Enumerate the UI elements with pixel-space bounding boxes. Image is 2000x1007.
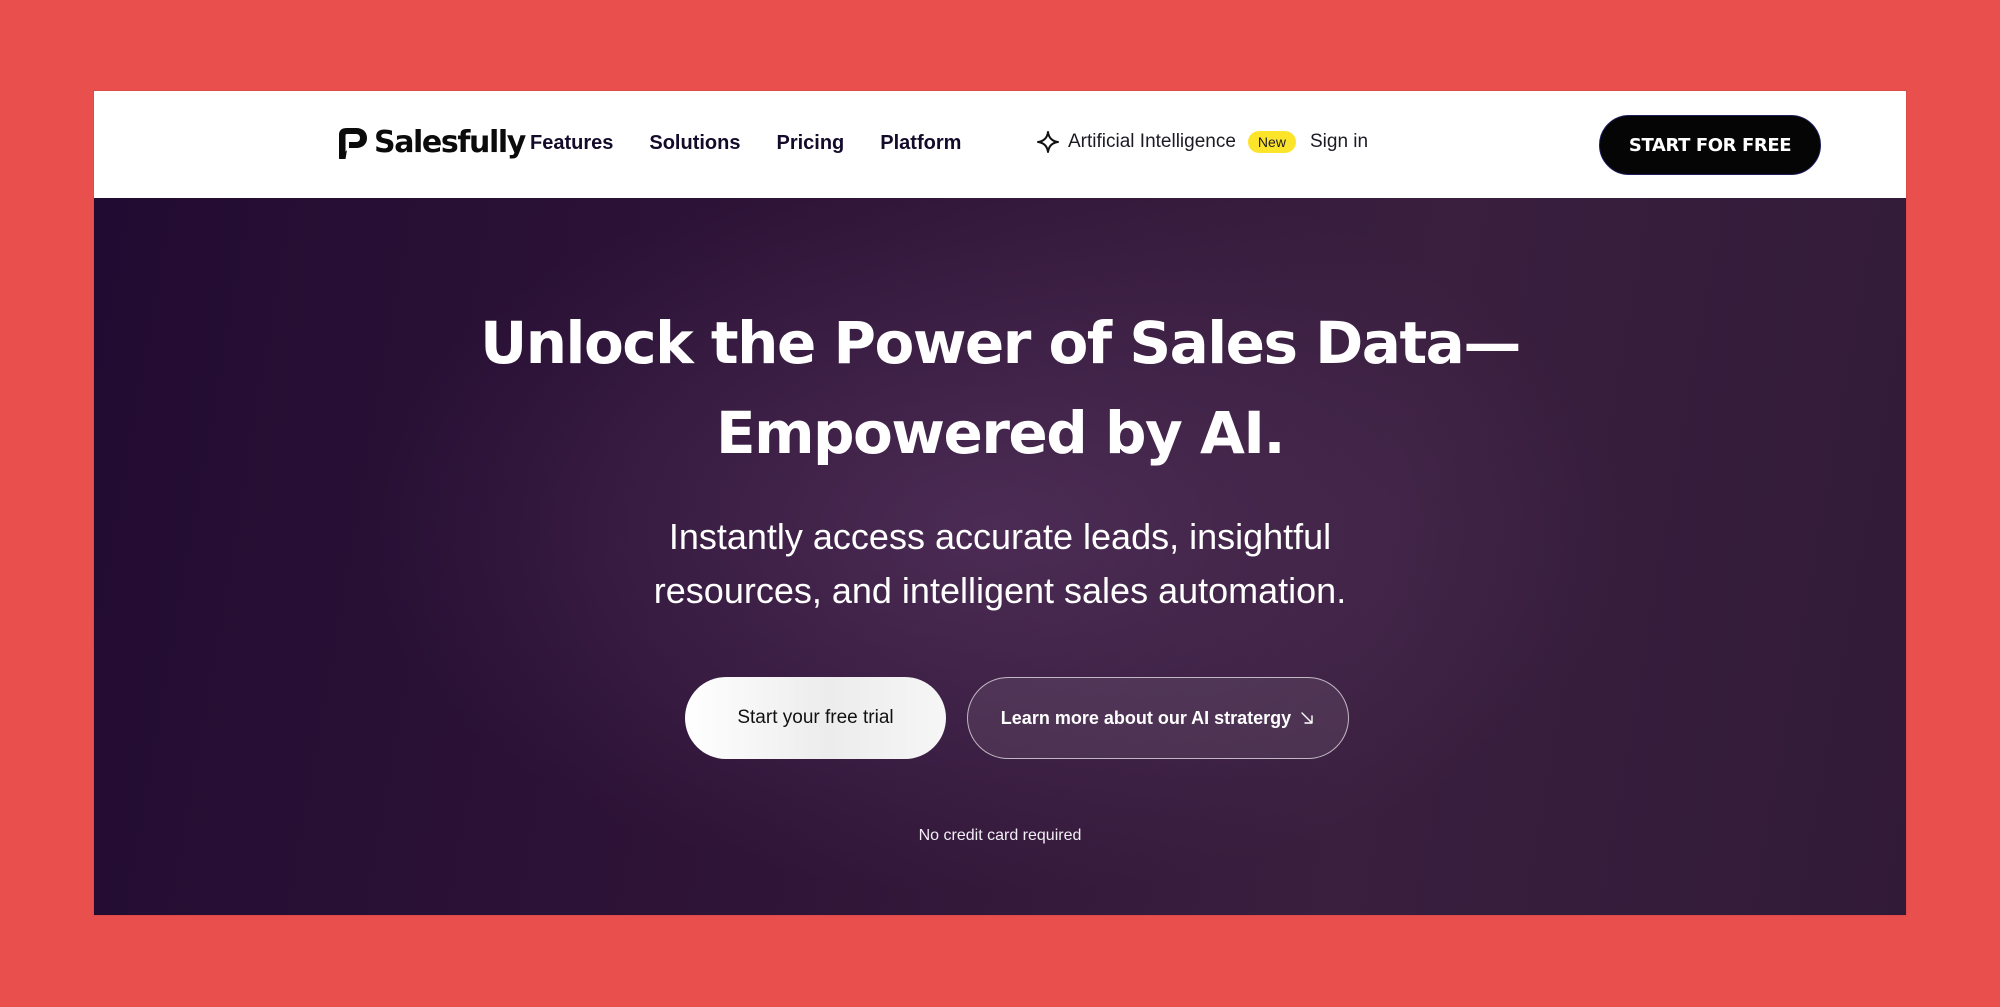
nav-pricing[interactable]: Pricing: [776, 127, 844, 159]
start-free-trial-button[interactable]: Start your free trial: [685, 677, 946, 759]
sign-in-link[interactable]: Sign in: [1310, 127, 1368, 157]
nav-features[interactable]: Features: [530, 127, 613, 159]
hero-subtitle-line-1: Instantly access accurate leads, insight…: [668, 516, 1332, 557]
main-nav: Features Solutions Pricing Platform: [530, 127, 961, 159]
logo-wordmark: Salesfully: [374, 125, 526, 160]
browser-viewport: Salesfully Features Solutions Pricing Pl…: [94, 91, 1906, 915]
nav-solutions[interactable]: Solutions: [649, 127, 740, 159]
arrow-down-right-icon: [1301, 712, 1313, 724]
no-credit-card-note: No credit card required: [918, 827, 1082, 844]
sparkle-icon: [1037, 131, 1059, 153]
salesfully-logo[interactable]: Salesfully: [334, 123, 526, 163]
learn-more-ai-strategy-button[interactable]: Learn more about our AI stratergy: [967, 677, 1349, 759]
ai-link-label: Artificial Intelligence: [1068, 131, 1236, 152]
salesfully-logo-icon: [339, 128, 367, 159]
hero-title: Unlock the Power of Sales Data— Empowere…: [94, 298, 1906, 478]
new-badge: New: [1247, 131, 1296, 153]
hero-section: Unlock the Power of Sales Data— Empowere…: [94, 198, 1906, 915]
nav-platform[interactable]: Platform: [880, 127, 961, 159]
hero-title-line-2: Empowered by AI.: [715, 399, 1286, 467]
start-for-free-button[interactable]: START FOR FREE: [1599, 115, 1821, 175]
artificial-intelligence-link[interactable]: Artificial Intelligence New: [1036, 127, 1296, 157]
learn-more-label: Learn more about our AI stratergy: [1000, 707, 1292, 728]
hero-title-line-1: Unlock the Power of Sales Data—: [480, 309, 1521, 377]
hero-subtitle-line-2: resources, and intelligent sales automat…: [653, 570, 1347, 611]
site-header: Salesfully Features Solutions Pricing Pl…: [94, 91, 1906, 198]
hero-subtitle: Instantly access accurate leads, insight…: [94, 510, 1906, 618]
